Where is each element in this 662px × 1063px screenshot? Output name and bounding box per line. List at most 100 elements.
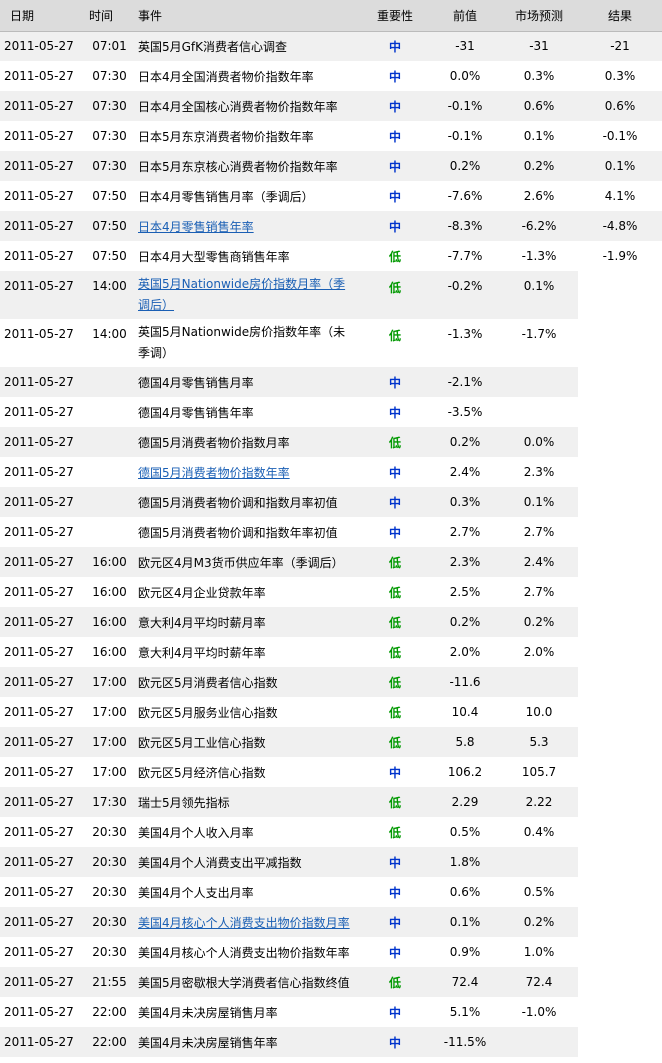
cell-time: 07:01: [85, 31, 134, 61]
cell-forecast: 0.2%: [500, 151, 578, 181]
cell-result: [578, 319, 662, 367]
importance-badge: 中: [360, 91, 430, 121]
cell-result: [578, 1027, 662, 1057]
importance-badge: 中: [360, 487, 430, 517]
cell-date: 2011-05-27: [0, 847, 85, 877]
cell-time: 07:30: [92, 129, 127, 143]
cell-previous: -7.6%: [447, 189, 483, 203]
cell-forecast: -6.2%: [500, 211, 578, 241]
importance-badge: 中: [388, 189, 401, 204]
table-row: 2011-05-27 16:00 欧元区4月M3货币供应年率（季调后）低 2.3% 2.…: [0, 547, 662, 577]
cell-result: [578, 967, 662, 997]
cell-time: 20:30: [92, 885, 127, 899]
cell-forecast: [500, 397, 578, 427]
cell-previous: 0.1%: [430, 907, 500, 937]
cell-forecast: 2.22: [500, 787, 578, 817]
importance-badge: 中: [360, 211, 430, 241]
cell-event: 德国5月消费者物价指数年率: [134, 457, 360, 487]
cell-previous: 1.8%: [430, 847, 500, 877]
header-time: 时间: [85, 0, 134, 32]
cell-event: 德国5月消费者物价调和指数月率初值: [134, 487, 360, 517]
table-row: 2011-05-27 16:00 意大利4月平均时薪月率低 0.2% 0.2%: [0, 607, 662, 637]
cell-date: 2011-05-27: [4, 945, 74, 959]
event-link[interactable]: 美国4月核心个人消费支出物价指数月率: [138, 916, 350, 930]
importance-badge: 低: [360, 427, 430, 457]
cell-forecast: [500, 367, 578, 397]
cell-forecast: 2.7%: [523, 585, 555, 599]
cell-forecast: -1.3%: [521, 249, 557, 263]
cell-time: 07:30: [85, 151, 134, 181]
cell-result: [578, 757, 662, 787]
header-forecast: 市场预测: [500, 0, 578, 32]
cell-event: 欧元区5月经济信心指数: [138, 765, 266, 780]
cell-result: [578, 367, 662, 397]
header-date: 日期: [0, 0, 85, 32]
cell-previous: 2.7%: [449, 525, 481, 539]
event-link[interactable]: 日本4月零售销售年率: [138, 220, 254, 234]
event-link[interactable]: 英国5月Nationwide房价指数月率（季调后）: [138, 277, 345, 312]
header-result: 结果: [578, 0, 662, 32]
importance-badge: 中: [360, 847, 430, 877]
cell-result: 4.1%: [604, 189, 636, 203]
table-row: 2011-05-27 德国5月消费者物价调和指数年率初值 中 2.7% 2.7%: [0, 517, 662, 547]
cell-result: -1.9%: [602, 249, 638, 263]
table-row: 2011-05-27 17:00 欧元区5月工业信心指数低 5.8 5.3: [0, 727, 662, 757]
cell-forecast: 5.3: [500, 727, 578, 757]
cell-result: 0.3%: [604, 69, 636, 83]
table-row: 2011-05-27 22:00 美国4月未决房屋销售年率中 -11.5%: [0, 1027, 662, 1057]
cell-previous: -11.6: [430, 667, 500, 697]
cell-previous: 10.4: [451, 705, 479, 719]
cell-time: 17:00: [85, 667, 134, 697]
cell-time: 17:00: [92, 705, 127, 719]
importance-badge: 中: [388, 885, 401, 900]
cell-forecast: 0.1%: [523, 129, 555, 143]
cell-event: 欧元区5月工业信心指数: [134, 727, 360, 757]
importance-badge: 中: [388, 69, 401, 84]
table-row: 2011-05-27 14:00 英国5月Nationwide房价指数年率（未季调）…: [0, 319, 662, 367]
cell-forecast: 0.3%: [523, 69, 555, 83]
cell-date: 2011-05-27: [4, 327, 74, 341]
cell-previous: -0.1%: [430, 91, 500, 121]
cell-event: 英国5月Nationwide房价指数年率（未季调）: [138, 325, 346, 360]
cell-time: [85, 487, 134, 517]
table-row: 2011-05-27 07:30 日本4月全国消费者物价指数年率 中 0.0% 0.3% 0…: [0, 61, 662, 91]
cell-result: [578, 847, 662, 877]
importance-badge: 中: [388, 1005, 401, 1020]
cell-time: 20:30: [92, 825, 127, 839]
cell-result: [578, 427, 662, 457]
table-row: 2011-05-27 德国5月消费者物价调和指数月率初值中 0.3% 0.1%: [0, 487, 662, 517]
event-link[interactable]: 德国5月消费者物价指数年率: [138, 466, 290, 480]
header-importance: 重要性: [360, 0, 430, 32]
table-row: 2011-05-27 07:50 日本4月零售销售月率（季调后） 中 -7.6% 2.6%…: [0, 181, 662, 211]
cell-forecast: -31: [500, 31, 578, 61]
cell-event: 美国4月个人消费支出平减指数: [134, 847, 360, 877]
table-row: 2011-05-27 德国4月零售销售月率中 -2.1%: [0, 367, 662, 397]
cell-event: 日本4月全国核心消费者物价指数年率: [134, 91, 360, 121]
cell-date: 2011-05-27: [4, 189, 74, 203]
cell-result: 0.6%: [578, 91, 662, 121]
table-row: 2011-05-27 07:30 日本5月东京核心消费者物价指数年率中 0.2% 0.2…: [0, 151, 662, 181]
cell-forecast: 2.6%: [523, 189, 555, 203]
cell-time: 16:00: [85, 547, 134, 577]
cell-previous: 0.3%: [430, 487, 500, 517]
importance-badge: 低: [388, 249, 401, 264]
cell-previous: 72.4: [430, 967, 500, 997]
cell-result: -4.8%: [578, 211, 662, 241]
importance-badge: 中: [360, 31, 430, 61]
cell-date: 2011-05-27: [4, 129, 74, 143]
table-header: 日期 时间 事件 重要性 前值 市场预测 结果: [0, 0, 662, 32]
cell-date: 2011-05-27: [4, 465, 74, 479]
cell-result: [578, 547, 662, 577]
cell-event: 欧元区4月企业贷款年率: [138, 585, 266, 600]
table-row: 2011-05-27 20:30 美国4月核心个人消费支出物价指数年率 中 0.9% 1.…: [0, 937, 662, 967]
cell-time: 14:00: [85, 271, 134, 319]
importance-badge: 中: [388, 525, 401, 540]
importance-badge: 低: [388, 825, 401, 840]
cell-previous: -8.3%: [430, 211, 500, 241]
cell-result: [578, 877, 662, 907]
cell-date: 2011-05-27: [0, 907, 85, 937]
cell-previous: -7.7%: [447, 249, 483, 263]
table-row: 2011-05-27 20:30 美国4月核心个人消费支出物价指数月率中 0.1% 0.…: [0, 907, 662, 937]
cell-date: 2011-05-27: [0, 151, 85, 181]
cell-forecast: 0.2%: [500, 607, 578, 637]
